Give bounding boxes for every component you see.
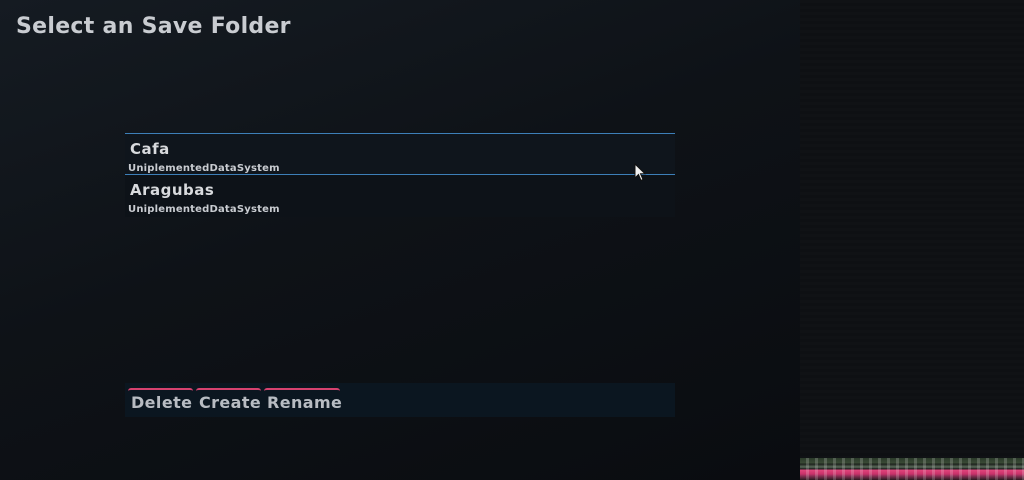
page-title: Select an Save Folder (16, 14, 291, 39)
folder-name: Cafa (130, 140, 170, 158)
render-artifact-strip (800, 458, 1024, 480)
rename-button[interactable]: Rename (264, 388, 342, 416)
button-bar: Delete Create Rename (125, 383, 675, 417)
folder-subtitle: UniplementedDataSystem (128, 163, 280, 174)
folder-subtitle: UniplementedDataSystem (128, 204, 280, 215)
delete-button[interactable]: Delete (128, 388, 193, 416)
mouse-pointer-icon (634, 163, 647, 182)
create-button[interactable]: Create (196, 388, 261, 416)
folder-name: Aragubas (130, 181, 215, 199)
screen: Select an Save Folder Cafa UniplementedD… (0, 0, 1024, 480)
side-panel (800, 0, 1024, 480)
main-area: Select an Save Folder Cafa UniplementedD… (0, 0, 800, 480)
folder-item-aragubas[interactable]: Aragubas UniplementedDataSystem (125, 175, 675, 217)
folder-list: Cafa UniplementedDataSystem Aragubas Uni… (125, 133, 675, 217)
folder-item-cafa[interactable]: Cafa UniplementedDataSystem (125, 133, 675, 175)
